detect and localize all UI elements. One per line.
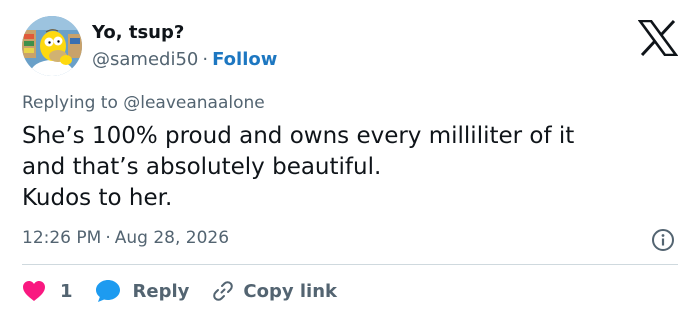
tweet-card: Yo, tsup? @samedi50 · Follow Replying to @… bbox=[0, 0, 700, 318]
like-button[interactable]: 1 bbox=[22, 280, 73, 302]
tweet-timestamp[interactable]: 12:26 PM · Aug 28, 2026 bbox=[22, 228, 229, 248]
tweet-text-line: Kudos to her. bbox=[22, 185, 173, 211]
replying-prefix: Replying to bbox=[22, 93, 118, 113]
avatar[interactable] bbox=[22, 16, 82, 76]
x-logo-icon[interactable] bbox=[637, 19, 679, 57]
reply-button[interactable]: Reply bbox=[95, 279, 190, 303]
avatar-image bbox=[22, 16, 82, 76]
heart-icon bbox=[23, 281, 45, 301]
handle-line: @samedi50 · Follow bbox=[92, 49, 277, 70]
tweet-date: Aug 28, 2026 bbox=[114, 228, 230, 248]
tweet-text-line: She’s 100% proud and owns every millilit… bbox=[22, 123, 575, 149]
like-count: 1 bbox=[60, 280, 73, 302]
speech-bubble-icon bbox=[95, 280, 120, 302]
display-name[interactable]: Yo, tsup? bbox=[92, 22, 184, 43]
replying-to: Replying to @leaveanaalone bbox=[22, 93, 265, 113]
copy-link-label: Copy link bbox=[243, 280, 337, 302]
tweet-time: 12:26 PM bbox=[22, 228, 102, 248]
separator-dot: · bbox=[202, 49, 209, 70]
replying-to-mention[interactable]: @leaveanaalone bbox=[123, 93, 265, 113]
tweet-text: She’s 100% proud and owns every millilit… bbox=[22, 121, 682, 214]
tweet-text-line: and that’s absolutely beautiful. bbox=[22, 154, 382, 180]
action-bar: 1 Reply Copy link bbox=[22, 276, 337, 306]
link-icon bbox=[213, 281, 234, 301]
divider bbox=[22, 264, 678, 265]
follow-button[interactable]: Follow bbox=[212, 49, 277, 70]
separator-dot: · bbox=[105, 228, 111, 248]
reply-label: Reply bbox=[132, 280, 190, 302]
info-icon[interactable] bbox=[651, 228, 675, 252]
copy-link-button[interactable]: Copy link bbox=[211, 279, 337, 303]
user-handle[interactable]: @samedi50 bbox=[92, 49, 198, 70]
